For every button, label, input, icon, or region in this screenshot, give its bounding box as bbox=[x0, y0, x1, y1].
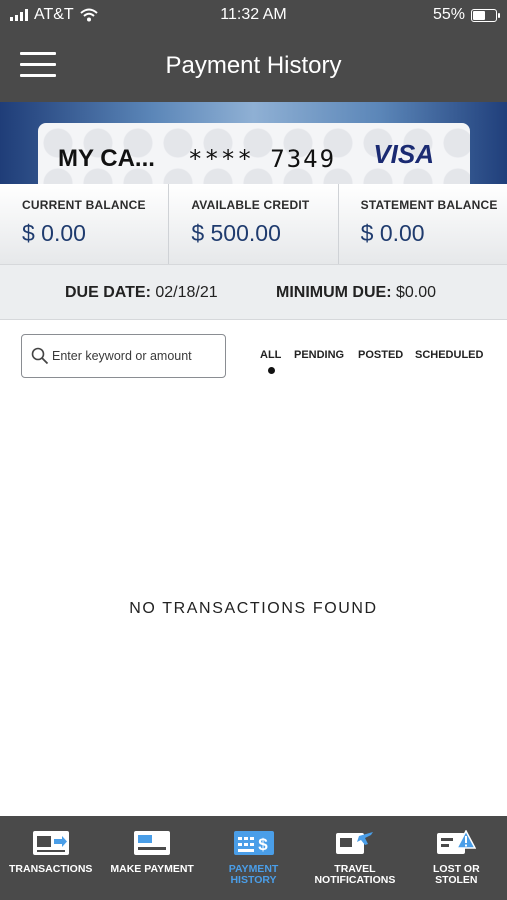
tab-payment-history[interactable]: $ PAYMENT HISTORY bbox=[203, 816, 304, 900]
card-name: MY CA... bbox=[58, 145, 155, 172]
due-date-value: 02/18/21 bbox=[155, 284, 218, 301]
due-info-row: DUE DATE: 02/18/21 MINIMUM DUE: $0.00 bbox=[0, 264, 507, 320]
due-date: DUE DATE: 02/18/21 bbox=[65, 284, 218, 302]
visa-logo: VISA bbox=[373, 139, 434, 169]
current-balance-label: CURRENT BALANCE bbox=[22, 198, 146, 212]
nav-bar: Payment History bbox=[0, 30, 507, 102]
status-bar: AT&T 11:32 AM 55% bbox=[0, 0, 507, 30]
available-credit: AVAILABLE CREDIT $ 500.00 bbox=[169, 184, 339, 264]
card-banner: MY CA... **** 7349 VISA bbox=[0, 102, 507, 184]
balance-summary: CURRENT BALANCE $ 0.00 AVAILABLE CREDIT … bbox=[0, 184, 507, 264]
battery-percent: 55% bbox=[432, 6, 465, 23]
filter-posted[interactable]: POSTED bbox=[358, 349, 403, 361]
tab-lost-or-stolen[interactable]: LOST OR STOLEN bbox=[406, 816, 507, 900]
lost-or-stolen-icon bbox=[437, 830, 477, 854]
battery-fill bbox=[473, 10, 486, 20]
status-time: 11:32 AM bbox=[220, 6, 287, 23]
current-balance: CURRENT BALANCE $ 0.00 bbox=[0, 184, 170, 264]
page-title: Payment History bbox=[165, 52, 342, 79]
tab-make-payment-label: MAKE PAYMENT bbox=[110, 863, 194, 875]
battery-icon bbox=[471, 8, 500, 22]
transactions-icon bbox=[32, 831, 69, 855]
tab-lost-or-stolen-label: LOST OR STOLEN bbox=[432, 863, 480, 886]
search-input[interactable] bbox=[52, 343, 220, 369]
current-balance-value: $ 0.00 bbox=[22, 220, 86, 246]
payment-history-icon: $ bbox=[233, 831, 274, 855]
travel-notifications-icon bbox=[335, 832, 373, 854]
tab-payment-history-label: PAYMENT HISTORY bbox=[228, 863, 279, 886]
status-right: 55% bbox=[432, 6, 500, 24]
filter-pending[interactable]: PENDING bbox=[294, 349, 344, 361]
statement-balance-label: STATEMENT BALANCE bbox=[360, 198, 498, 212]
statement-balance-value: $ 0.00 bbox=[360, 220, 425, 246]
svg-text:$: $ bbox=[258, 835, 268, 854]
make-payment-icon bbox=[134, 831, 171, 855]
minimum-due-label: MINIMUM DUE: bbox=[276, 284, 392, 301]
available-credit-value: $ 500.00 bbox=[191, 220, 281, 246]
card-number: **** 7349 bbox=[188, 145, 337, 173]
filter-all[interactable]: ALL bbox=[260, 349, 281, 361]
search-icon bbox=[31, 347, 49, 365]
filter-scheduled[interactable]: SCHEDULED bbox=[415, 349, 483, 361]
search-field[interactable] bbox=[21, 334, 226, 378]
statement-balance: STATEMENT BALANCE $ 0.00 bbox=[339, 184, 507, 264]
tab-travel-notifications-label: TRAVEL NOTIFICATIONS bbox=[314, 863, 396, 886]
due-date-label: DUE DATE: bbox=[65, 284, 151, 301]
tab-make-payment[interactable]: MAKE PAYMENT bbox=[101, 816, 202, 900]
minimum-due: MINIMUM DUE: $0.00 bbox=[276, 284, 436, 302]
minimum-due-value: $0.00 bbox=[396, 284, 437, 301]
credit-card[interactable]: MY CA... **** 7349 VISA bbox=[38, 123, 470, 184]
tab-travel-notifications[interactable]: TRAVEL NOTIFICATIONS bbox=[304, 816, 405, 900]
bottom-tab-bar: TRANSACTIONS MAKE PAYMENT $ PAYMENT HIST… bbox=[0, 816, 507, 900]
empty-state-message: NO TRANSACTIONS FOUND bbox=[129, 600, 378, 617]
tab-transactions[interactable]: TRANSACTIONS bbox=[0, 816, 101, 900]
selected-filter-indicator bbox=[268, 367, 275, 374]
available-credit-label: AVAILABLE CREDIT bbox=[191, 198, 310, 212]
tab-transactions-label: TRANSACTIONS bbox=[8, 863, 93, 875]
